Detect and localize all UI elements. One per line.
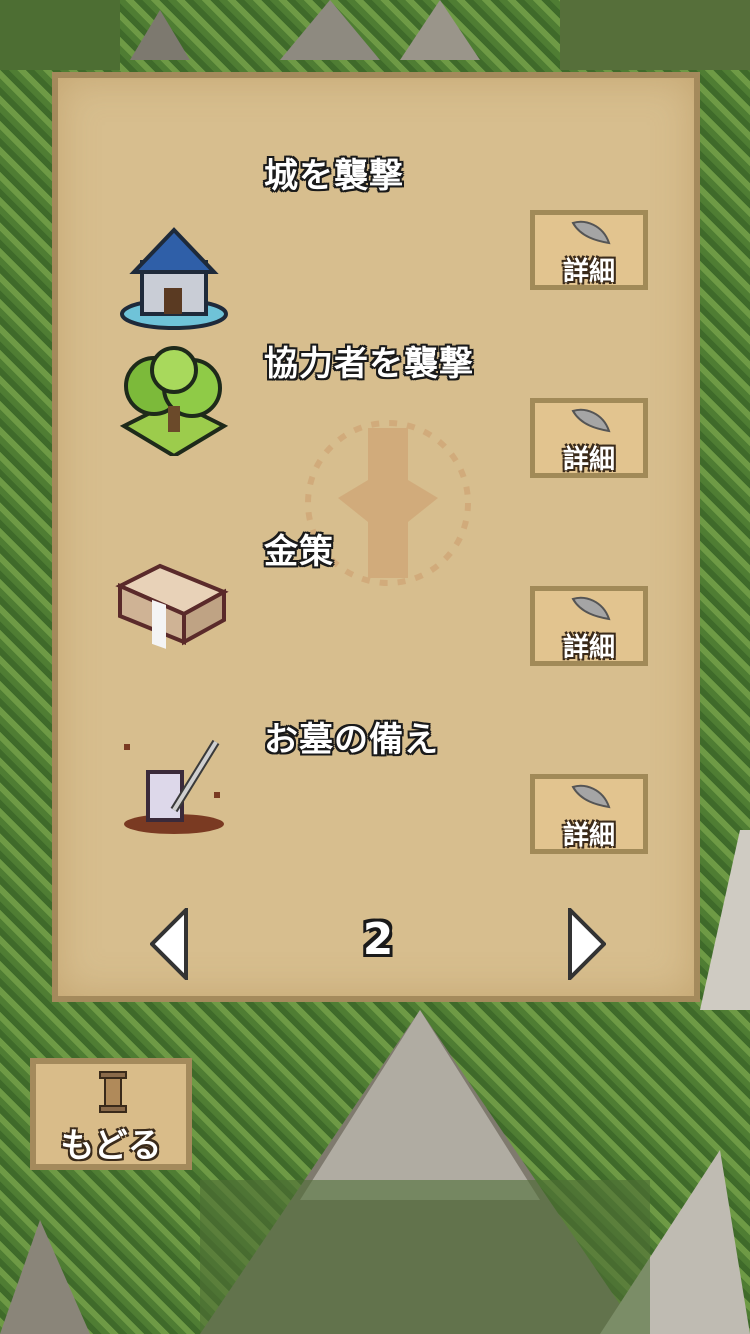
quill-icon — [571, 408, 611, 433]
pillar-icon — [99, 1071, 127, 1113]
detail-label: 詳細 — [562, 445, 615, 475]
list-item: 協力者を襲撃 詳細 — [58, 336, 694, 516]
back-button[interactable]: もどる — [30, 1058, 192, 1170]
arrow-left-icon[interactable] — [150, 908, 190, 980]
list-panel: 城を襲撃 詳細 協力者を襲撃 詳細 金策 詳細 お墓の備え 詳細 2 — [52, 72, 700, 1002]
quill-icon — [571, 596, 611, 621]
detail-label: 詳細 — [562, 633, 615, 663]
detail-label: 詳細 — [562, 257, 615, 287]
item-title: 協力者を襲撃 — [264, 344, 474, 384]
mountain-terrain-top — [0, 0, 750, 70]
tree-icon — [119, 346, 229, 456]
item-title: お墓の備え — [264, 720, 439, 760]
item-title: 城を襲撃 — [264, 156, 404, 196]
money-bundle-icon — [115, 563, 229, 649]
quill-icon — [571, 220, 611, 245]
quill-icon — [571, 784, 611, 809]
item-title: 金策 — [264, 532, 334, 572]
page-number: 2 — [362, 914, 394, 965]
list-item: 金策 詳細 — [58, 524, 694, 704]
detail-button[interactable]: 詳細 — [530, 774, 648, 854]
detail-button[interactable]: 詳細 — [530, 398, 648, 478]
castle-icon — [120, 227, 228, 330]
detail-label: 詳細 — [562, 821, 615, 851]
list-item: 城を襲撃 詳細 — [58, 148, 694, 330]
detail-button[interactable]: 詳細 — [530, 586, 648, 666]
back-label: もどる — [60, 1126, 162, 1166]
arrow-right-icon[interactable] — [566, 908, 606, 980]
pagination: 2 — [58, 908, 694, 988]
list-item: お墓の備え 詳細 — [58, 712, 694, 892]
grave-sword-icon — [124, 739, 224, 834]
rock-right — [700, 830, 750, 1010]
detail-button[interactable]: 詳細 — [530, 210, 648, 290]
